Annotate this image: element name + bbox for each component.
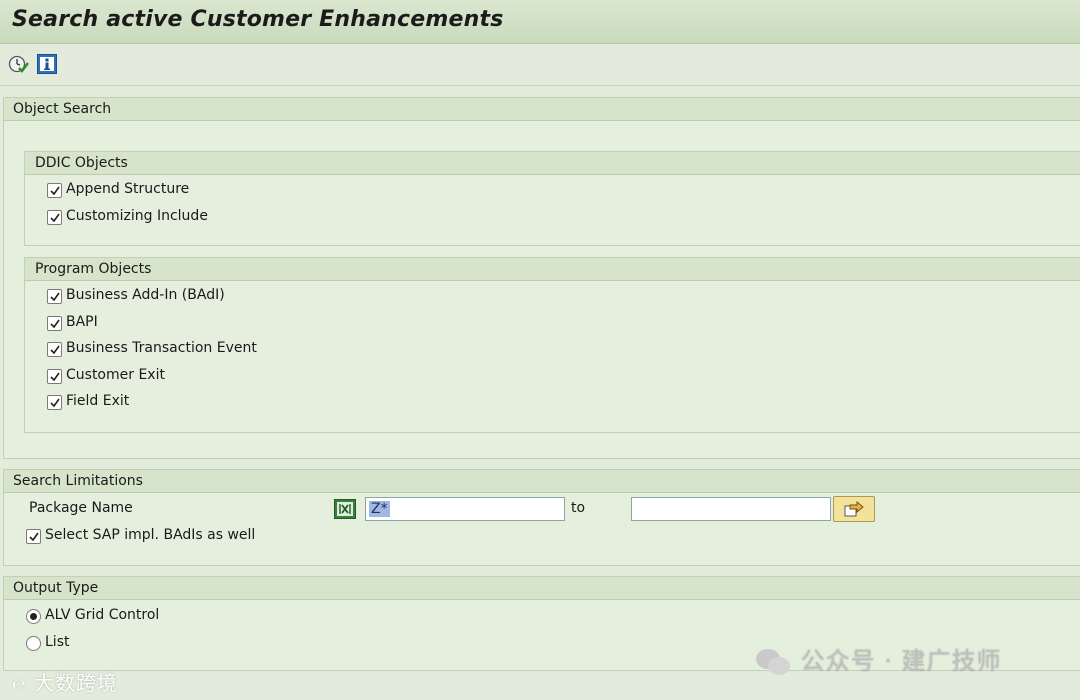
package-name-label: Package Name [29, 500, 133, 516]
bapi-label: BAPI [66, 314, 98, 330]
info-icon[interactable] [36, 53, 58, 75]
watermark-right: 公众号 · 建广技师 [754, 641, 1002, 677]
window-title: Search active Customer Enhancements [12, 7, 504, 32]
package-from-value: Z* [369, 501, 390, 517]
alv-grid-label: ALV Grid Control [45, 607, 160, 623]
ddic-objects-group: DDIC Objects Append Structure Customizin… [24, 151, 1080, 246]
object-search-frame: Object Search DDIC Objects Append Struct… [3, 97, 1080, 459]
customizing-include-checkbox[interactable] [47, 210, 62, 225]
append-structure-label: Append Structure [66, 181, 190, 197]
package-to-input[interactable] [631, 497, 831, 521]
field-exit-label: Field Exit [66, 393, 130, 409]
alv-grid-radio[interactable] [26, 609, 41, 624]
append-structure-checkbox[interactable] [47, 183, 62, 198]
watermark-right-text: 公众号 · 建广技师 [800, 647, 1002, 675]
package-from-input[interactable]: Z* [365, 497, 565, 521]
business-transaction-event-label: Business Transaction Event [66, 340, 257, 356]
search-limitations-frame: Search Limitations Package Name Z* to Se… [3, 469, 1080, 566]
program-objects-group: Program Objects Business Add-In (BAdI) B… [24, 257, 1080, 433]
ddic-objects-heading: DDIC Objects [25, 152, 1080, 175]
select-sap-badis-label: Select SAP impl. BAdIs as well [45, 527, 256, 543]
customer-exit-label: Customer Exit [66, 367, 165, 383]
watermark-left: ℮ 大数跨境 [12, 667, 118, 696]
watermark-logo-icon: ℮ [12, 675, 27, 694]
arrow-right-icon [844, 501, 864, 517]
search-limitations-heading: Search Limitations [4, 470, 1080, 493]
title-bar: Search active Customer Enhancements [0, 0, 1080, 44]
to-label: to [571, 500, 586, 516]
program-objects-heading: Program Objects [25, 258, 1080, 281]
multiple-selection-icon[interactable] [334, 499, 356, 519]
badi-checkbox[interactable] [47, 289, 62, 304]
object-search-heading: Object Search [4, 98, 1080, 121]
watermark-left-text: 大数跨境 [34, 671, 119, 695]
wechat-icon [756, 649, 790, 675]
field-exit-checkbox[interactable] [47, 395, 62, 410]
business-transaction-event-checkbox[interactable] [47, 342, 62, 357]
list-radio[interactable] [26, 636, 41, 651]
output-type-heading: Output Type [4, 577, 1080, 600]
application-toolbar [0, 44, 1080, 86]
badi-label: Business Add-In (BAdI) [66, 287, 225, 303]
list-label: List [45, 634, 70, 650]
bapi-checkbox[interactable] [47, 316, 62, 331]
select-sap-badis-checkbox[interactable] [26, 529, 41, 544]
customizing-include-label: Customizing Include [66, 208, 208, 224]
more-selections-button[interactable] [833, 496, 875, 522]
customer-exit-checkbox[interactable] [47, 369, 62, 384]
execute-icon[interactable] [7, 53, 29, 75]
